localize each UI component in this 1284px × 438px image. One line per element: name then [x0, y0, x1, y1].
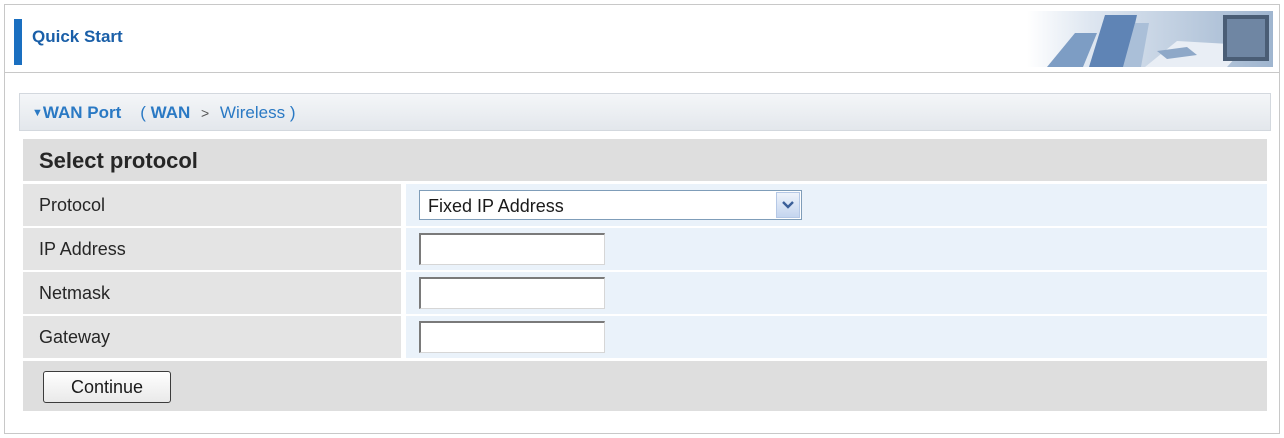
breadcrumb-separator: > — [201, 105, 210, 121]
netmask-input[interactable] — [419, 277, 605, 309]
protocol-label: Protocol — [39, 195, 106, 215]
chevron-down-icon — [782, 201, 794, 209]
ip-address-label-cell: IP Address — [23, 228, 401, 270]
protocol-label-cell: Protocol — [23, 184, 401, 226]
gateway-label: Gateway — [39, 327, 111, 347]
breadcrumb-next-step: Wireless — [219, 103, 286, 122]
triangle-down-icon[interactable]: ▼ — [32, 107, 43, 119]
breadcrumb-current-step: WAN — [150, 103, 191, 122]
form-heading: Select protocol — [39, 148, 198, 173]
header-accent-bar — [14, 19, 22, 65]
quick-start-frame: Quick Start ▼WAN Port (WAN > Wireless)… — [4, 4, 1280, 434]
ip-address-label: IP Address — [39, 239, 126, 259]
ip-address-row: IP Address — [23, 228, 1267, 270]
continue-button[interactable]: Continue — [43, 371, 171, 403]
gateway-value-cell — [406, 316, 1267, 358]
netmask-label-cell: Netmask — [23, 272, 401, 314]
protocol-row: Protocol Fixed IP Address — [23, 184, 1267, 226]
form-heading-row: Select protocol — [23, 139, 1267, 181]
ip-address-input[interactable] — [419, 233, 605, 265]
netmask-label: Netmask — [39, 283, 111, 303]
page-title: Quick Start — [32, 27, 123, 46]
section-name: WAN Port — [42, 103, 122, 122]
breadcrumb-close: ) — [289, 103, 296, 122]
office-banner-image — [1027, 11, 1273, 67]
protocol-selected-value: Fixed IP Address — [428, 196, 564, 216]
protocol-select[interactable]: Fixed IP Address — [419, 190, 802, 220]
breadcrumb-open: ( — [140, 103, 146, 122]
gateway-input[interactable] — [419, 321, 605, 353]
netmask-row: Netmask — [23, 272, 1267, 314]
protocol-value-cell: Fixed IP Address — [406, 184, 1267, 226]
section-title: ▼WAN Port ( WAN > Wireless ) — [32, 103, 296, 123]
gateway-row: Gateway — [23, 316, 1267, 358]
form-actions-row: Continue — [23, 361, 1267, 411]
select-dropdown-button[interactable] — [776, 192, 800, 218]
section-header: ▼WAN Port ( WAN > Wireless ) — [19, 93, 1271, 131]
gateway-label-cell: Gateway — [23, 316, 401, 358]
page-header: Quick Start — [5, 5, 1279, 73]
netmask-value-cell — [406, 272, 1267, 314]
ip-address-value-cell — [406, 228, 1267, 270]
wan-port-panel: ▼WAN Port ( WAN > Wireless ) Select prot… — [19, 93, 1271, 415]
